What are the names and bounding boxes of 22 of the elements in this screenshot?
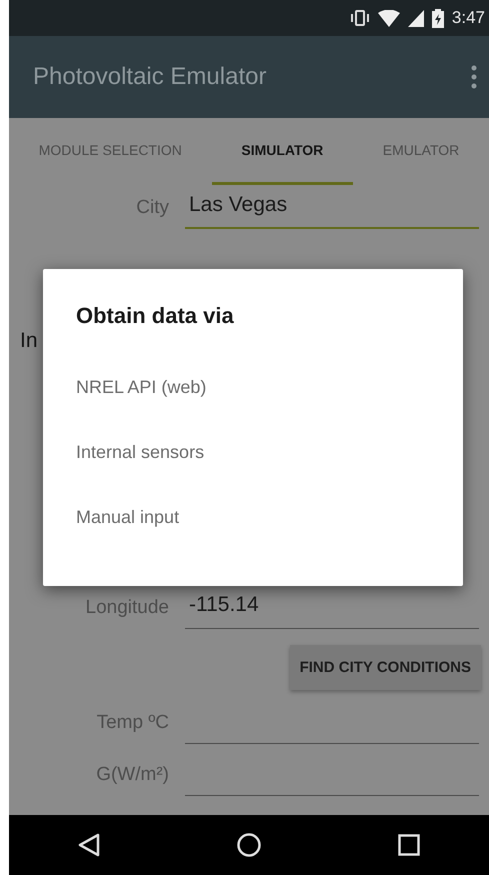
overflow-menu-icon[interactable] [471,65,477,89]
field-label: Temp ºC [96,712,169,735]
vibrate-icon [350,9,370,27]
signal-icon [408,10,424,26]
field-label: G(W/m²) [96,764,169,787]
field-label: City [136,197,169,220]
dialog-option[interactable]: NREL API (web) [76,355,206,420]
recents-icon[interactable] [398,834,420,856]
back-icon[interactable] [78,833,100,857]
app-title: Photovoltaic Emulator [33,63,266,91]
tab[interactable]: SIMULATOR [212,118,354,185]
field-label: In [19,329,39,353]
field-label: Longitude [86,597,169,620]
dialog-option[interactable]: Internal sensors [76,420,204,485]
battery-icon [432,8,444,28]
dialog-option[interactable]: Manual input [76,485,180,550]
home-icon[interactable] [236,833,261,857]
city-field[interactable]: Las Vegas [185,185,479,229]
dialog-title: Obtain data via [76,303,235,329]
wifi-icon [378,10,400,26]
find-city-conditions-button[interactable]: FIND CITY CONDITIONS [290,645,481,690]
clock: 3:47 [452,8,485,28]
